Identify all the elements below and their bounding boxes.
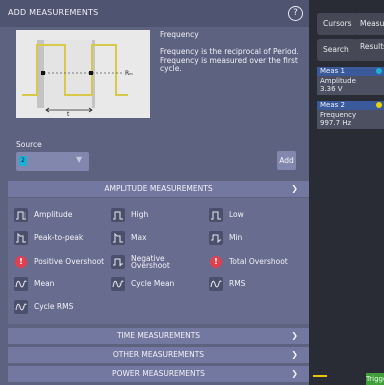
- cursors-button[interactable]: Cursors: [317, 13, 357, 35]
- frequency-waveform-icon: t Rₘ: [16, 30, 150, 118]
- chevron-right-icon: ❯: [291, 331, 298, 340]
- measurement-label: RMS: [229, 279, 246, 289]
- measurement-mean[interactable]: Mean: [14, 276, 54, 292]
- negative-overshoot-icon: [111, 255, 125, 269]
- measurement-amplitude[interactable]: Amplitude: [14, 207, 72, 223]
- frequency-preview-diagram: t Rₘ: [16, 30, 150, 118]
- time-measurements-label: TIME MEASUREMENTS: [116, 331, 201, 340]
- chevron-right-icon: ❯: [291, 184, 298, 193]
- measurement-high[interactable]: High: [111, 207, 148, 223]
- meas2-badge[interactable]: Meas 2 Frequency 997.7 Hz: [317, 101, 384, 129]
- source-label: Source: [16, 140, 42, 149]
- meas2-title: Meas 2: [320, 101, 345, 109]
- dropdown-arrow-icon: ▼: [76, 155, 83, 164]
- amplitude-measurements-list: Amplitude High Low Peak-to-peak Max Min …: [8, 198, 309, 324]
- description-title: Frequency: [160, 30, 199, 39]
- source-select[interactable]: 2 ▼: [16, 152, 89, 171]
- meas2-value: 997.7 Hz: [320, 119, 352, 127]
- measurement-label: Negative Overshoot: [131, 253, 170, 270]
- rms-icon: [209, 277, 223, 291]
- cycle-mean-icon: [111, 277, 125, 291]
- amplitude-measurements-header[interactable]: AMPLITUDE MEASUREMENTS ❯: [8, 181, 309, 197]
- meas2-name: Frequency: [320, 111, 357, 119]
- other-measurements-header[interactable]: OTHER MEASUREMENTS ❯: [8, 347, 309, 363]
- search-button[interactable]: Search: [317, 39, 357, 61]
- time-measurements-header[interactable]: TIME MEASUREMENTS ❯: [8, 328, 309, 344]
- cycle-rms-icon: [14, 300, 28, 314]
- meas1-body: Amplitude 3.36 V: [317, 76, 384, 95]
- meas2-body: Frequency 997.7 Hz: [317, 110, 384, 129]
- measurement-label: Low: [229, 210, 244, 220]
- meas2-header: Meas 2: [317, 101, 384, 110]
- measure-button[interactable]: Measure: [354, 13, 384, 35]
- measurement-label: Cycle RMS: [34, 302, 74, 312]
- measurement-label: Positive Overshoot: [34, 257, 105, 267]
- min-icon: [209, 231, 223, 245]
- measurement-label: Total Overshoot: [229, 257, 288, 267]
- max-icon: [111, 231, 125, 245]
- add-measurements-dialog: ADD MEASUREMENTS ? t Rₘ Frequency Freque…: [0, 0, 309, 385]
- power-measurements-header[interactable]: POWER MEASUREMENTS ❯: [8, 366, 309, 382]
- dialog-title-bar: ADD MEASUREMENTS ?: [0, 0, 309, 27]
- meas1-badge[interactable]: Meas 1 Amplitude 3.36 V: [317, 67, 384, 95]
- measurement-label: Amplitude: [34, 210, 73, 220]
- dialog-title: ADD MEASUREMENTS: [8, 8, 99, 17]
- triggered-status-badge: Triggered: [366, 373, 384, 385]
- total-overshoot-icon: !: [209, 255, 223, 269]
- measurement-label: Mean: [34, 279, 55, 289]
- add-button[interactable]: Add: [277, 151, 296, 170]
- description-text: Frequency is the reciprocal of Period. F…: [160, 47, 299, 73]
- measurement-negative-overshoot[interactable]: Negative Overshoot: [111, 254, 189, 270]
- meas1-header: Meas 1: [317, 67, 384, 76]
- amplitude-measurements-label: AMPLITUDE MEASUREMENTS: [104, 184, 213, 193]
- help-icon[interactable]: ?: [288, 6, 303, 21]
- measurement-label: Peak-to-peak: [34, 233, 84, 243]
- low-icon: [209, 208, 223, 222]
- measurement-label: High: [131, 210, 149, 220]
- measurement-peak-to-peak[interactable]: Peak-to-peak: [14, 230, 83, 246]
- positive-overshoot-icon: !: [14, 255, 28, 269]
- results-table-button[interactable]: Results Table: [354, 39, 384, 61]
- measurement-low[interactable]: Low: [209, 207, 244, 223]
- peak-to-peak-icon: [14, 231, 28, 245]
- preview-mid-label: Rₘ: [125, 70, 133, 77]
- channel-dot-icon: [376, 68, 382, 74]
- meas1-title: Meas 1: [320, 67, 345, 75]
- measurement-label: Max: [131, 233, 147, 243]
- power-measurements-label: POWER MEASUREMENTS: [112, 369, 205, 378]
- measurement-label: Cycle Mean: [131, 279, 175, 289]
- measurement-min[interactable]: Min: [209, 230, 242, 246]
- measurement-positive-overshoot[interactable]: ! Positive Overshoot: [14, 254, 104, 270]
- measurement-label: Min: [229, 233, 243, 243]
- measurement-total-overshoot[interactable]: ! Total Overshoot: [209, 254, 288, 270]
- measurement-cycle-mean[interactable]: Cycle Mean: [111, 276, 174, 292]
- measurement-rms[interactable]: RMS: [209, 276, 245, 292]
- chevron-right-icon: ❯: [291, 350, 298, 359]
- meas1-value: 3.36 V: [320, 85, 343, 93]
- high-icon: [111, 208, 125, 222]
- trigger-level-marker: [313, 375, 327, 377]
- chevron-right-icon: ❯: [291, 369, 298, 378]
- measurement-max[interactable]: Max: [111, 230, 147, 246]
- meas1-name: Amplitude: [320, 77, 356, 85]
- measurement-cycle-rms[interactable]: Cycle RMS: [14, 299, 73, 315]
- channel-dot-icon: [376, 102, 382, 108]
- source-channel-badge: 2: [19, 156, 27, 166]
- mean-icon: [14, 277, 28, 291]
- other-measurements-label: OTHER MEASUREMENTS: [112, 350, 205, 359]
- amplitude-icon: [14, 208, 28, 222]
